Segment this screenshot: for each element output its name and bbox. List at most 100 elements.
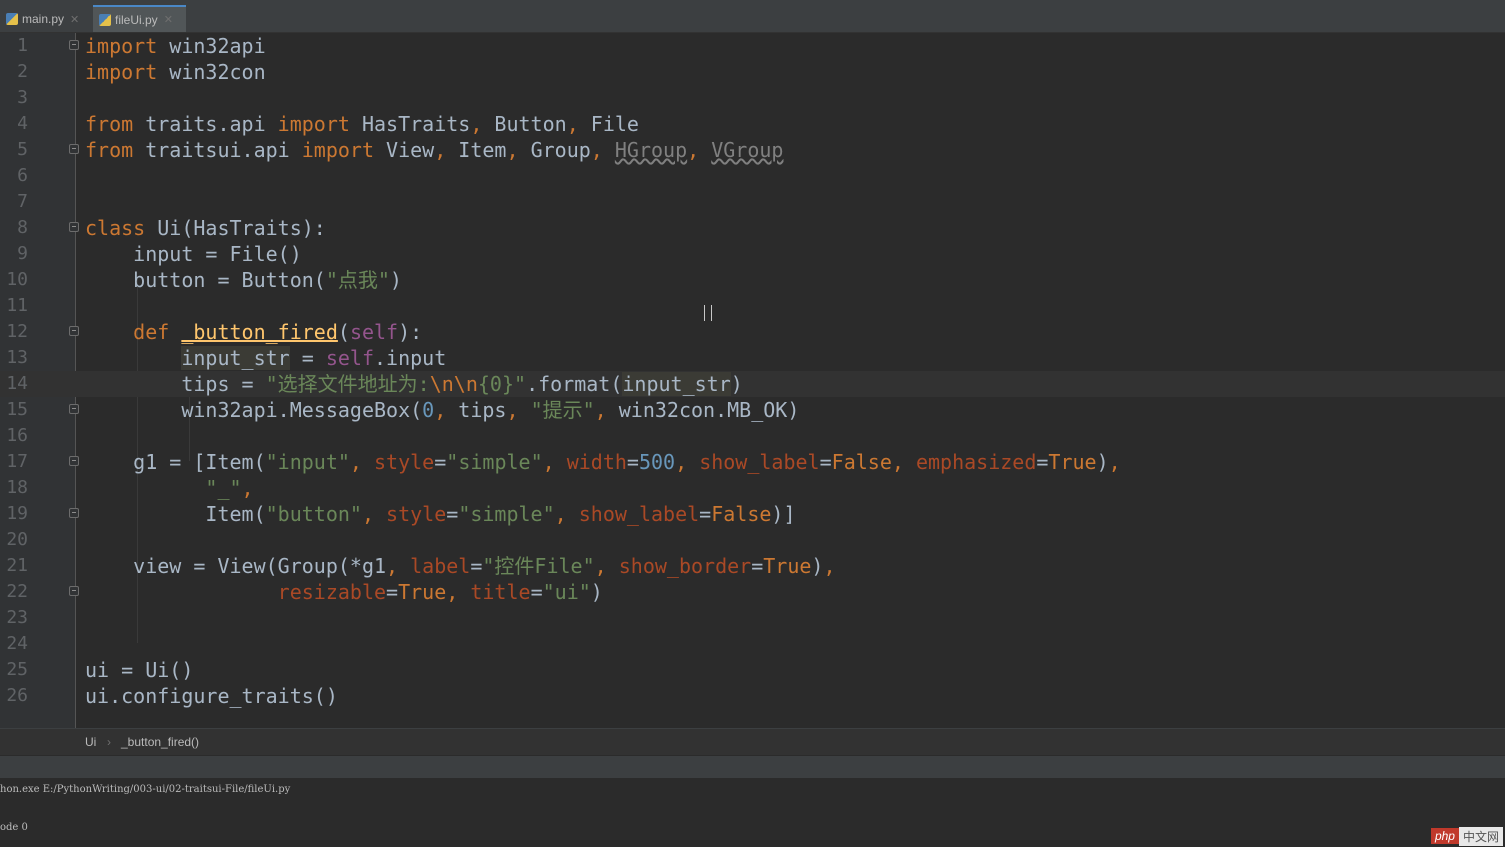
code-text: from traitsui.api import View, Item, Gro…	[85, 138, 784, 162]
code-text: import win32api	[85, 34, 266, 58]
code-line: 18 "_",	[0, 475, 1505, 501]
fold-icon[interactable]	[69, 404, 79, 414]
code-line: 6	[0, 163, 1505, 189]
line-number: 11	[6, 295, 28, 316]
line-number: 4	[17, 113, 28, 134]
code-line: 10 button = Button("点我")	[0, 267, 1505, 293]
line-number: 20	[6, 529, 28, 550]
code-text: button = Button("点我")	[85, 268, 402, 292]
breadcrumb-separator: ›	[107, 735, 111, 749]
line-number: 2	[17, 61, 28, 82]
editor-tab-bar: main.py ✕ fileUi.py ✕	[0, 0, 1505, 33]
close-icon[interactable]: ✕	[70, 13, 79, 26]
watermark-logo: php 中文网	[1430, 826, 1503, 846]
line-number: 17	[6, 451, 28, 472]
code-line: 4 from traits.api import HasTraits, Butt…	[0, 111, 1505, 137]
code-line: 1 import win32api	[0, 33, 1505, 59]
line-number: 25	[6, 659, 28, 680]
code-text: ui.configure_traits()	[85, 684, 338, 708]
code-line: 22 resizable=True, title="ui")	[0, 579, 1505, 605]
line-number: 3	[17, 87, 28, 108]
fold-icon[interactable]	[69, 456, 79, 466]
panel-divider[interactable]	[0, 755, 1505, 779]
fold-icon[interactable]	[69, 144, 79, 154]
close-icon[interactable]: ✕	[164, 13, 173, 26]
code-text: "_",	[205, 476, 254, 500]
line-number: 12	[6, 321, 28, 342]
code-line: 2 import win32con	[0, 59, 1505, 85]
code-line: 17 g1 = [Item("input", style="simple", w…	[0, 449, 1505, 475]
line-number: 13	[6, 347, 28, 368]
line-number: 14	[6, 373, 28, 394]
line-number: 18	[6, 477, 28, 498]
tab-label: fileUi.py	[115, 12, 158, 27]
code-line: 11	[0, 293, 1505, 319]
code-line: 15 win32api.MessageBox(0, tips, "提示", wi…	[0, 397, 1505, 423]
fold-icon[interactable]	[69, 40, 79, 50]
code-line: 16	[0, 423, 1505, 449]
code-line: 3	[0, 85, 1505, 111]
line-number: 5	[17, 139, 28, 160]
fold-icon[interactable]	[69, 222, 79, 232]
line-number: 9	[17, 243, 28, 264]
code-text: import win32con	[85, 60, 266, 84]
code-line: 19 Item("button", style="simple", show_l…	[0, 501, 1505, 527]
code-text: def _button_fired(self):	[133, 320, 423, 344]
tab-fileui-py[interactable]: fileUi.py ✕	[93, 5, 186, 32]
code-line: 9 input = File()	[0, 241, 1505, 267]
console-line: ode 0	[0, 822, 28, 833]
code-text: ui = Ui()	[85, 658, 194, 682]
breadcrumb-class[interactable]: Ui	[85, 735, 96, 749]
line-number: 1	[17, 35, 28, 56]
fold-icon[interactable]	[69, 508, 79, 518]
fold-icon[interactable]	[69, 326, 79, 336]
code-line: 21 view = View(Group(*g1, label="控件File"…	[0, 553, 1505, 579]
breadcrumb-method[interactable]: _button_fired()	[121, 735, 199, 749]
code-line: 23	[0, 605, 1505, 631]
code-line: 20	[0, 527, 1505, 553]
code-text: resizable=True, title="ui")	[277, 580, 603, 604]
line-number: 7	[17, 191, 28, 212]
code-text: g1 = [Item("input", style="simple", widt…	[85, 450, 1121, 474]
tab-main-py[interactable]: main.py ✕	[0, 7, 90, 31]
line-number: 22	[6, 581, 28, 602]
python-file-icon	[99, 13, 111, 26]
code-text: input = File()	[85, 242, 302, 266]
watermark-part: 中文网	[1458, 826, 1503, 846]
watermark-part: php	[1430, 828, 1459, 844]
line-number: 10	[6, 269, 28, 290]
line-number: 6	[17, 165, 28, 186]
line-number: 23	[6, 607, 28, 628]
code-line: 25 ui = Ui()	[0, 657, 1505, 683]
line-number: 8	[17, 217, 28, 238]
line-number: 16	[6, 425, 28, 446]
line-number: 24	[6, 633, 28, 654]
code-line: 13 input_str = self.input	[0, 345, 1505, 371]
code-text: Item("button", style="simple", show_labe…	[85, 502, 796, 526]
line-number: 21	[6, 555, 28, 576]
code-line-current: 14 tips = "选择文件地址为:\n\n{0}".format(input…	[0, 371, 1505, 397]
line-number: 26	[6, 685, 28, 706]
code-text: tips = "选择文件地址为:\n\n{0}".format(input_st…	[85, 372, 743, 396]
code-line: 12 def _button_fired(self):	[0, 319, 1505, 345]
code-text: class Ui(HasTraits):	[85, 216, 326, 240]
fold-icon[interactable]	[69, 586, 79, 596]
code-line: 5 from traitsui.api import View, Item, G…	[0, 137, 1505, 163]
code-line: 7	[0, 189, 1505, 215]
code-text: view = View(Group(*g1, label="控件File", s…	[85, 554, 836, 578]
run-console[interactable]: hon.exe E:/PythonWriting/003-ui/02-trait…	[0, 778, 1505, 847]
code-line: 24	[0, 631, 1505, 657]
console-line: hon.exe E:/PythonWriting/003-ui/02-trait…	[0, 784, 291, 795]
code-text: from traits.api import HasTraits, Button…	[85, 112, 639, 136]
code-line: 26 ui.configure_traits()	[0, 683, 1505, 709]
text-cursor-icon	[704, 305, 712, 321]
code-text: win32api.MessageBox(0, tips, "提示", win32…	[85, 398, 800, 422]
code-text: input_str = self.input	[181, 346, 447, 370]
breadcrumb: Ui › _button_fired()	[0, 728, 1505, 755]
code-line: 8 class Ui(HasTraits):	[0, 215, 1505, 241]
code-editor[interactable]: 1 import win32api 2 import win32con 3 4 …	[0, 33, 1505, 728]
line-number: 15	[6, 399, 28, 420]
tab-label: main.py	[22, 12, 65, 26]
line-number: 19	[6, 503, 28, 524]
python-file-icon	[6, 13, 18, 25]
